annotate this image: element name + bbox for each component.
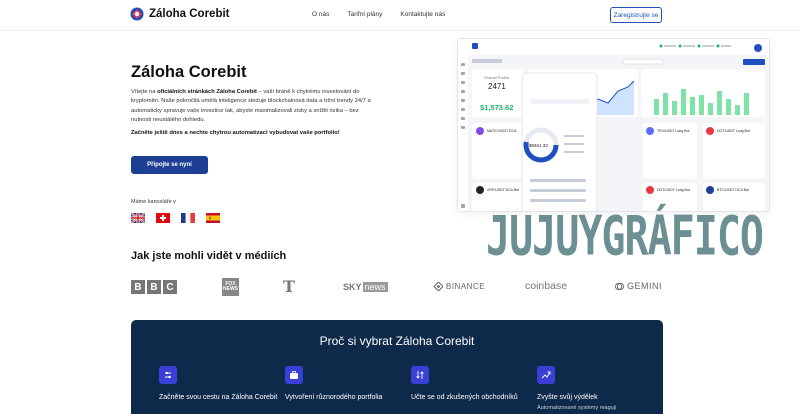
dashboard-illustration: Overall Profits 2471 $1,573.62 MATIC/USD… <box>458 39 769 211</box>
exchange-icon <box>411 366 429 384</box>
feature-text: Učte se od zkušených obchodníků <box>411 394 518 401</box>
nav-link-plans[interactable]: Tarifní plány <box>347 11 382 18</box>
hero-desc-part-1: Vítejte na <box>131 89 158 95</box>
coinbase-logo: coinbase <box>525 280 568 292</box>
dashboard-preview: Overall Profits 2471 $1,573.62 MATIC/USD… <box>457 38 770 212</box>
hero-description: Vítejte na oficiálních stránkách Záloha … <box>131 88 371 126</box>
why-title: Proč si vybrat Záloha Corebit <box>319 334 475 348</box>
join-now-button[interactable]: Připojte se nyní <box>131 156 208 174</box>
hero-cta-text: Začněte ještě dnes a nechte chytrou auto… <box>131 130 340 136</box>
bbc-letter: C <box>163 280 177 294</box>
feature-text: Vytvoření různorodého portfolia <box>285 394 383 401</box>
card-profit: $1,573.62 <box>480 103 513 112</box>
bot-name-5: DOT/USDT Long Bot <box>657 188 690 192</box>
sliders-icon <box>159 366 177 384</box>
nav-link-contact[interactable]: Kontaktujte nás <box>400 11 445 18</box>
feature-text: Začněte svou cestu na Záloha Corebit <box>159 394 278 401</box>
trend-up-icon <box>537 366 555 384</box>
feature-earnings: Zvyšte svůj výdělek Automatizované systé… <box>537 366 657 411</box>
uk-flag-icon[interactable] <box>131 213 145 223</box>
sky-text: SKY <box>343 282 362 292</box>
why-choose-section: Proč si vybrat Záloha Corebit Začněte sv… <box>131 320 663 414</box>
fox-news-logo: FOX NEWS <box>222 278 239 296</box>
media-logos: B B C FOX NEWS T SKY news BINANCE coinbas… <box>131 277 664 298</box>
nav-link-about[interactable]: O nás <box>312 11 329 18</box>
binance-diamond-icon <box>434 282 443 291</box>
bot-name-6: BTC/USDT DCA Bot <box>717 188 749 192</box>
france-flag-icon[interactable] <box>181 213 195 223</box>
office-flags <box>131 213 220 223</box>
card-count: 2471 <box>488 82 506 91</box>
feature-portfolio: Vytvoření různorodého portfolia <box>285 366 405 402</box>
bot-name-2: TRX/USDT Long Bot <box>657 129 689 133</box>
bot-name-3: DOT/USDT Long Bot <box>717 129 750 133</box>
offices-label: Máme kanceláře v <box>131 199 176 205</box>
feature-start: Začněte svou cestu na Záloha Corebit <box>159 366 279 402</box>
gemini-icon <box>615 282 624 290</box>
briefcase-icon <box>285 366 303 384</box>
swiss-flag-icon[interactable] <box>156 213 170 223</box>
gemini-logo: GEMINI <box>615 281 662 291</box>
corebit-logo-icon <box>130 7 144 21</box>
bot-name-4: XRP/USDT DCA Bot <box>487 188 519 192</box>
main-menu: O nás Tarifní plány Kontaktujte nás <box>312 11 445 18</box>
register-button[interactable]: Zaregistrujte se <box>610 7 662 23</box>
spain-flag-icon[interactable] <box>206 213 220 223</box>
bbc-logo: B B C <box>131 280 177 294</box>
brand-logo[interactable]: Záloha Corebit <box>130 7 230 21</box>
card-title: Overall Profits <box>484 75 509 80</box>
brand-name: Záloha Corebit <box>149 8 230 20</box>
donut-value: $9461.33 <box>529 143 548 148</box>
bbc-letter: B <box>147 280 161 294</box>
feature-learn: Učte se od zkušených obchodníků <box>411 366 531 402</box>
bot-name-1: MATIC/USDT DCA <box>487 129 517 133</box>
hero-title: Záloha Corebit <box>131 63 247 81</box>
gemini-text: GEMINI <box>627 281 663 291</box>
media-section-title: Jak jste mohli vidět v médiích <box>131 250 287 262</box>
watermark-overlay: JUJUYGRÁFICO <box>486 206 764 269</box>
top-navbar: Záloha Corebit O nás Tarifní plány Konta… <box>0 0 800 31</box>
sky-news-logo: SKY news <box>343 281 388 293</box>
feature-subtext: Automatizované systémy reagují <box>537 405 617 411</box>
binance-text: BINANCE <box>446 282 486 291</box>
nyt-logo: T <box>283 277 295 296</box>
bbc-letter: B <box>131 280 145 294</box>
binance-logo: BINANCE <box>434 282 485 291</box>
sky-news-text: news <box>362 282 388 292</box>
hero-desc-bold: oficiálních stránkách Záloha Corebit <box>157 89 257 95</box>
feature-text: Zvyšte svůj výdělek <box>537 394 598 401</box>
